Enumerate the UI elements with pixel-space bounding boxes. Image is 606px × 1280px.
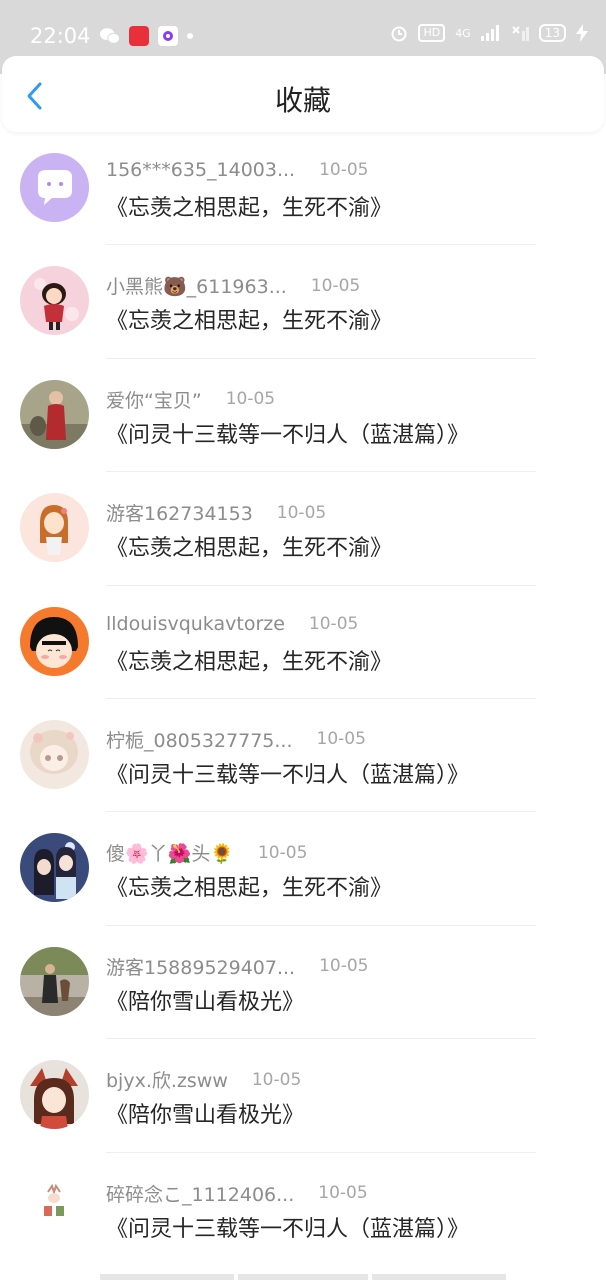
- charging-icon: [576, 24, 588, 42]
- username: 游客162734153: [106, 503, 253, 526]
- status-time: 22:04: [30, 24, 91, 48]
- header: 收藏: [2, 56, 604, 132]
- avatar[interactable]: [20, 153, 89, 222]
- list-item[interactable]: 小黑熊🐻_611963... 10-05 《忘羡之相思起，生死不渝》: [0, 245, 606, 359]
- avatar[interactable]: [20, 719, 89, 789]
- notification-icons: [100, 26, 193, 46]
- date: 10-05: [316, 729, 366, 750]
- date: 10-05: [308, 613, 359, 634]
- list-item[interactable]: 柠栀_0805327775... 10-05 《问灵十三载等一不归人（蓝湛篇）》: [0, 699, 606, 813]
- avatar[interactable]: [20, 1060, 89, 1130]
- date: 10-05: [225, 389, 276, 410]
- item-title[interactable]: 《陪你雪山看极光》: [106, 1097, 304, 1129]
- item-title[interactable]: 《陪你雪山看极光》: [106, 984, 304, 1016]
- item-title[interactable]: 《忘羡之相思起，生死不渝》: [106, 644, 392, 676]
- username: 156***635_14003...: [106, 159, 296, 181]
- avatar[interactable]: [20, 379, 89, 449]
- username: 傻🌸丫🌺头🌻: [106, 843, 234, 866]
- network-label: 4G: [455, 26, 471, 40]
- item-title[interactable]: 《忘羡之相思起，生死不渝》: [106, 530, 392, 562]
- avatar[interactable]: [20, 606, 89, 676]
- avatar[interactable]: [20, 493, 89, 563]
- date: 10-05: [319, 160, 369, 180]
- list-item[interactable]: bjyx.欣.zsww 10-05 《陪你雪山看极光》: [0, 1039, 606, 1153]
- item-title[interactable]: 《忘羡之相思起，生死不渝》: [106, 870, 392, 902]
- list-item[interactable]: 碎碎念こ_1112406... 10-05 《问灵十三载等一不归人（蓝湛篇）》: [0, 1153, 606, 1266]
- username: 游客15889529407...: [106, 956, 296, 979]
- date: 10-05: [310, 275, 361, 296]
- avatar[interactable]: [20, 1173, 89, 1243]
- hd-badge: HD: [418, 24, 446, 42]
- page-title: 收藏: [274, 84, 331, 117]
- date: 10-05: [257, 842, 308, 863]
- wechat-icon: [100, 26, 120, 46]
- avatar[interactable]: [20, 946, 89, 1016]
- app-purple-icon: [158, 26, 178, 46]
- signal-off-icon: [512, 26, 529, 41]
- alarm-icon: [391, 26, 407, 42]
- app-red-icon: [129, 26, 149, 46]
- list-item[interactable]: 爱你“宝贝” 10-05 《问灵十三载等一不归人（蓝湛篇）》: [0, 359, 606, 473]
- date: 10-05: [251, 1069, 302, 1090]
- list-item[interactable]: 傻🌸丫🌺头🌻 10-05 《忘羡之相思起，生死不渝》: [0, 812, 606, 926]
- status-right-icons: HD 4G 13: [390, 24, 588, 42]
- date: 10-05: [276, 502, 327, 523]
- signal-icon: [480, 25, 499, 41]
- username: bjyx.欣.zsww: [106, 1070, 228, 1093]
- item-title[interactable]: 《忘羡之相思起，生死不渝》: [106, 190, 392, 222]
- favorites-list: 156***635_14003... 10-05 《忘羡之相思起，生死不渝》 小…: [0, 132, 606, 1266]
- date: 10-05: [319, 956, 369, 977]
- item-title[interactable]: 《忘羡之相思起，生死不渝》: [106, 303, 392, 335]
- avatar[interactable]: [20, 266, 89, 336]
- item-title[interactable]: 《问灵十三载等一不归人（蓝湛篇）》: [106, 417, 469, 449]
- item-title[interactable]: 《问灵十三载等一不归人（蓝湛篇）》: [106, 1211, 469, 1243]
- dot-icon: [187, 33, 193, 39]
- list-item[interactable]: 游客15889529407... 10-05 《陪你雪山看极光》: [0, 926, 606, 1040]
- username: 碎碎念こ_1112406...: [106, 1183, 295, 1206]
- username: 小黑熊🐻_611963...: [106, 276, 287, 299]
- avatar[interactable]: [20, 833, 89, 903]
- battery-indicator: 13: [538, 24, 566, 42]
- username: 爱你“宝贝”: [106, 389, 202, 412]
- bottom-scroll-indicator: [100, 1274, 506, 1280]
- date: 10-05: [318, 1183, 368, 1204]
- list-item[interactable]: 游客162734153 10-05 《忘羡之相思起，生死不渝》: [0, 472, 606, 586]
- list-item[interactable]: lldouisvqukavtorze 10-05 《忘羡之相思起，生死不渝》: [0, 586, 606, 699]
- item-title[interactable]: 《问灵十三载等一不归人（蓝湛篇）》: [106, 757, 469, 789]
- username: lldouisvqukavtorze: [106, 612, 285, 635]
- list-item[interactable]: 156***635_14003... 10-05 《忘羡之相思起，生死不渝》: [0, 132, 606, 246]
- username: 柠栀_0805327775...: [106, 729, 293, 752]
